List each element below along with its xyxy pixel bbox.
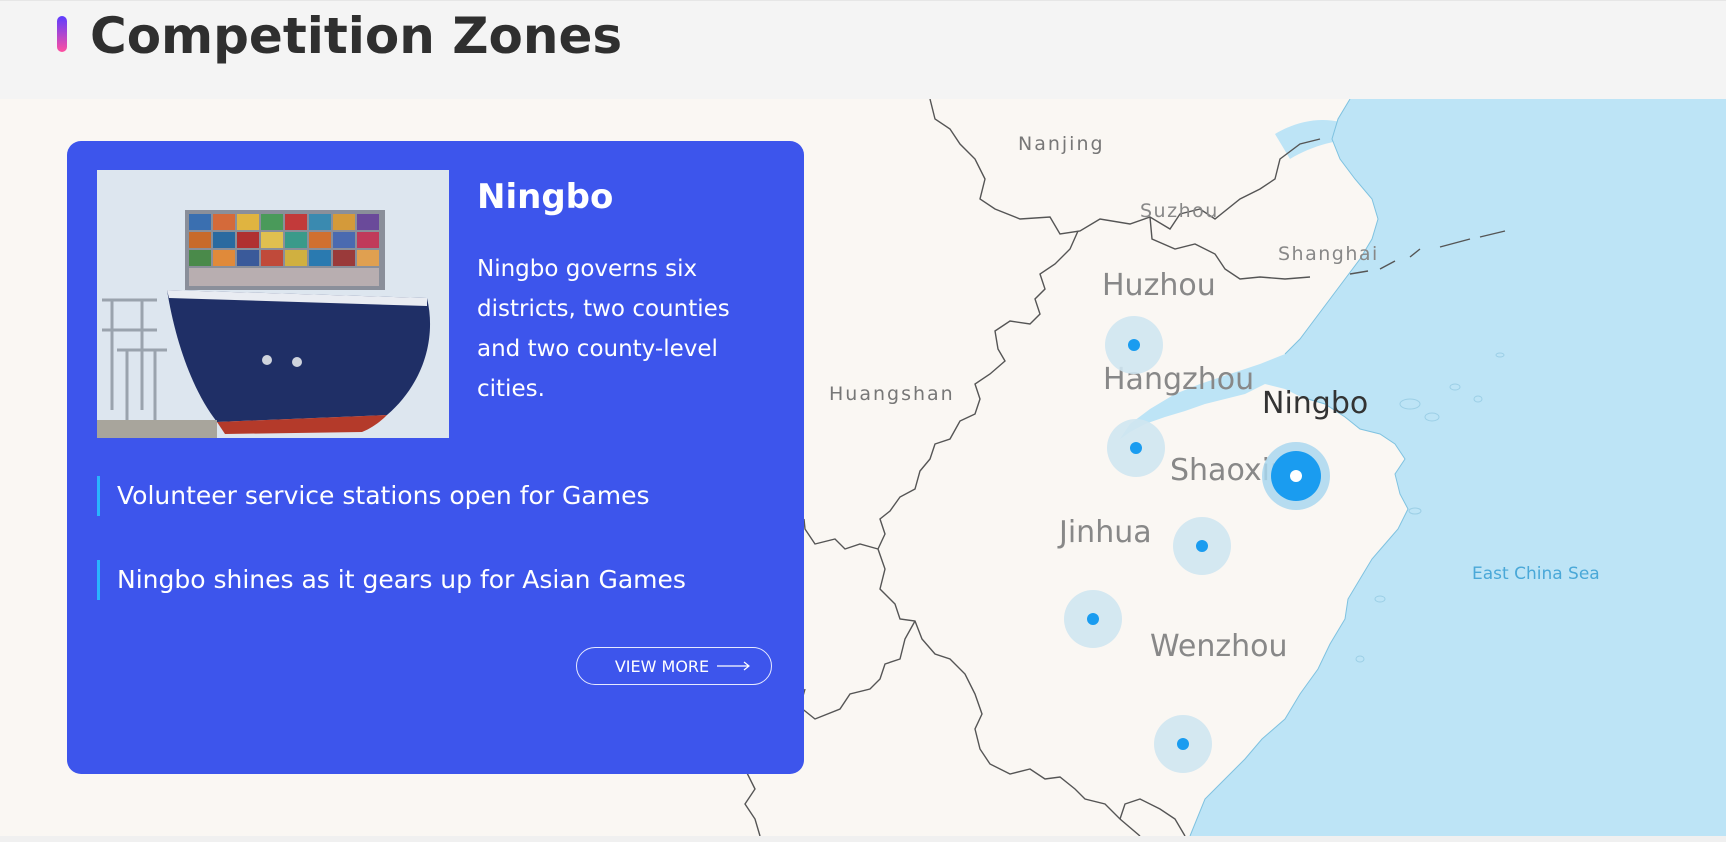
map-label-suzhou: Suzhou: [1140, 200, 1219, 222]
city-marker-hangzhou[interactable]: [1107, 419, 1165, 477]
city-label-wenzhou[interactable]: Wenzhou: [1150, 629, 1288, 664]
city-marker-ningbo[interactable]: [1262, 442, 1330, 510]
map-label-nanjing: Nanjing: [1018, 133, 1105, 155]
page-header: Competition Zones: [0, 0, 1726, 100]
news-item[interactable]: Volunteer service stations open for Game…: [97, 476, 650, 516]
zone-info-card: Ningbo Ningbo governs six districts, two…: [67, 141, 804, 774]
city-name: Ningbo: [477, 177, 614, 217]
city-label-huzhou[interactable]: Huzhou: [1102, 268, 1216, 303]
container-ship-image: [97, 170, 449, 438]
title-accent-bar: [57, 16, 67, 52]
view-more-label: VIEW MORE: [614, 656, 710, 676]
city-label-ningbo[interactable]: Ningbo: [1262, 386, 1368, 421]
view-more-button[interactable]: VIEW MORE: [576, 647, 772, 685]
city-marker-jinhua[interactable]: [1064, 590, 1122, 648]
arrow-right-icon: [717, 661, 751, 671]
page-title: Competition Zones: [90, 7, 623, 65]
map-label-shanghai: Shanghai: [1278, 243, 1379, 265]
city-marker-huzhou[interactable]: [1105, 316, 1163, 374]
news-item[interactable]: Ningbo shines as it gears up for Asian G…: [97, 560, 686, 600]
map-label-east-china-sea: East China Sea: [1472, 564, 1600, 584]
city-description: Ningbo governs six districts, two counti…: [477, 256, 730, 402]
city-label-jinhua[interactable]: Jinhua: [1057, 515, 1152, 550]
city-photo: [97, 170, 449, 438]
city-marker-shaoxing[interactable]: [1173, 517, 1231, 575]
page-bottom-strip: [0, 836, 1726, 842]
city-marker-wenzhou[interactable]: [1154, 715, 1212, 773]
map-label-huangshan: Huangshan: [829, 383, 955, 405]
